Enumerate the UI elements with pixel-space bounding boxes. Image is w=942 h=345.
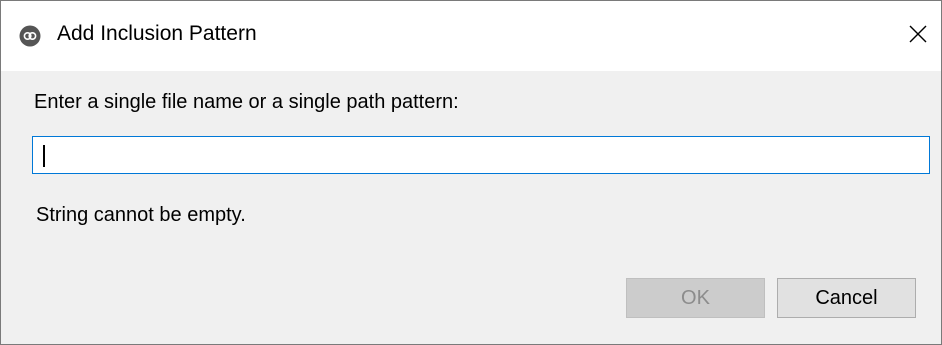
close-button[interactable] <box>895 1 941 71</box>
text-caret <box>43 145 45 167</box>
close-icon <box>909 25 927 48</box>
pattern-input-box[interactable] <box>32 136 930 174</box>
title-bar[interactable]: Add Inclusion Pattern <box>1 1 941 71</box>
cancel-button[interactable]: Cancel <box>777 278 916 318</box>
ok-button[interactable]: OK <box>626 278 765 318</box>
app-logo-icon <box>19 25 41 47</box>
dialog-body: Enter a single file name or a single pat… <box>1 71 941 344</box>
prompt-label: Enter a single file name or a single pat… <box>34 91 459 113</box>
dialog-title: Add Inclusion Pattern <box>57 22 257 45</box>
pattern-input[interactable] <box>33 137 929 173</box>
add-inclusion-pattern-dialog: Add Inclusion Pattern Enter a single fil… <box>0 0 942 345</box>
validation-message: String cannot be empty. <box>36 204 246 226</box>
